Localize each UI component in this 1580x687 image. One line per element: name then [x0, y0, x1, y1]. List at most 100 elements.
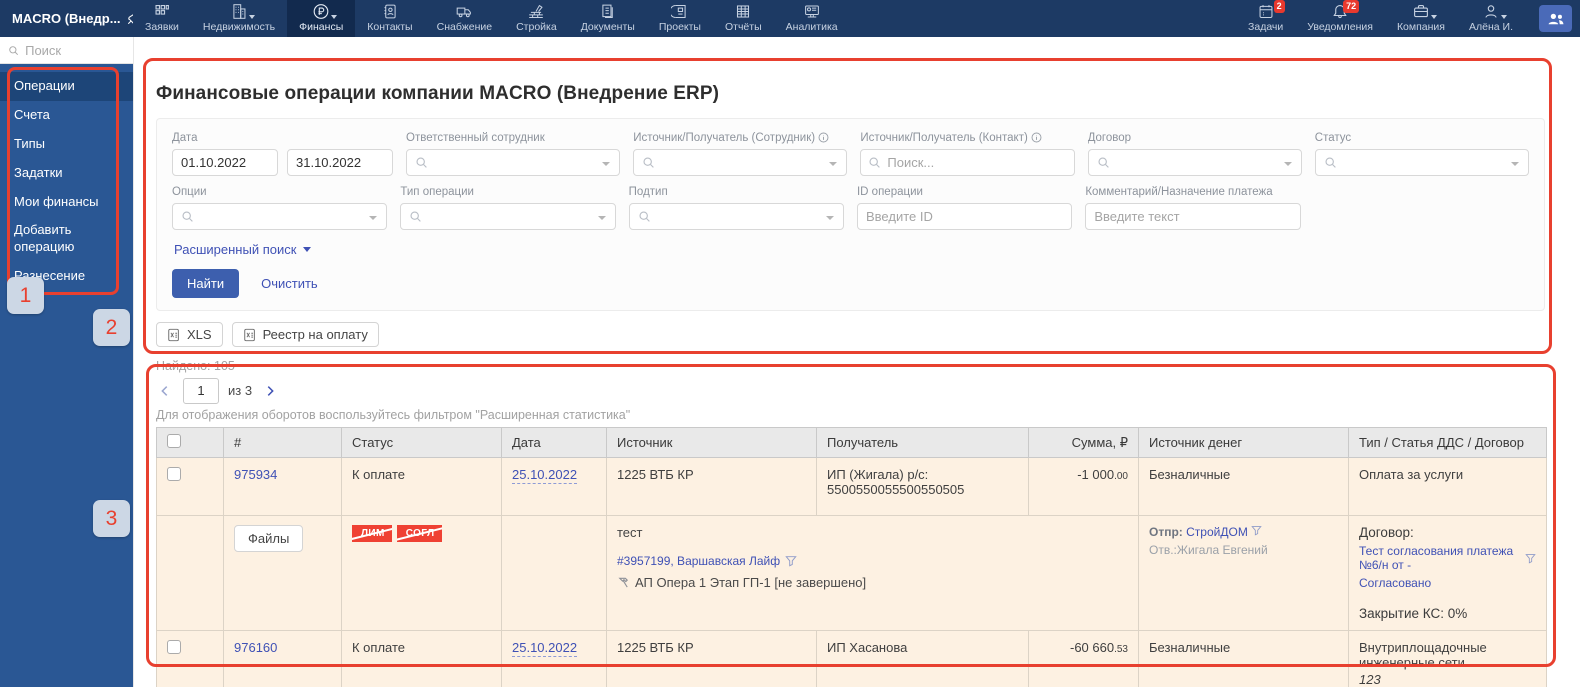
- advanced-search-link[interactable]: Расширенный поиск: [174, 242, 311, 257]
- nav-label: Документы: [581, 21, 635, 33]
- nav-item-kompaniya[interactable]: Компания: [1385, 0, 1457, 37]
- detail-money-cell: Отпр: СтройДОМ Отв.:Жигала Евгений: [1139, 516, 1349, 631]
- operation-id-link[interactable]: 976160: [234, 640, 277, 655]
- nav-item-otchety[interactable]: Отчёты: [713, 0, 774, 37]
- page-title: Финансовые операции компании MACRO (Внед…: [156, 83, 1545, 105]
- sidebar-item-operacii[interactable]: Операции: [0, 72, 133, 101]
- sidebar-item-scheta[interactable]: Счета: [0, 101, 133, 130]
- sidebar-item-raznesenie[interactable]: Разнесение: [0, 262, 133, 291]
- sidebar-item-dobavit-operaciyu[interactable]: Добавить операцию: [0, 216, 110, 262]
- status-select[interactable]: [1315, 149, 1529, 176]
- sidebar-search[interactable]: [0, 37, 133, 64]
- files-button[interactable]: Файлы: [234, 525, 303, 552]
- detail-main-cell: тест #3957199, Варшавская Лайф АП Опера …: [607, 516, 1139, 631]
- nav-item-zadachi[interactable]: 2 Задачи: [1236, 0, 1295, 37]
- main-navigation: Заявки Недвижимость Финансы Контакты Сна…: [133, 0, 850, 37]
- payment-registry-button[interactable]: Реестр на оплату: [232, 322, 379, 347]
- info-icon: [1031, 132, 1042, 143]
- source-employee-select[interactable]: [633, 149, 847, 176]
- row-checkbox[interactable]: [167, 467, 181, 481]
- nav-item-nedvizhimost[interactable]: Недвижимость: [191, 0, 287, 37]
- nav-item-dokumenty[interactable]: Документы: [569, 0, 647, 37]
- sidebar-item-zadatki[interactable]: Задатки: [0, 159, 133, 188]
- contract-status-link[interactable]: Согласовано: [1359, 576, 1431, 590]
- next-page-button[interactable]: [261, 382, 279, 400]
- chevron-down-icon: [331, 15, 337, 19]
- sender-link[interactable]: СтройДОМ: [1186, 525, 1248, 539]
- page-number-input[interactable]: [183, 378, 219, 404]
- info-icon: [818, 132, 829, 143]
- options-select[interactable]: [172, 203, 387, 230]
- object-link[interactable]: #3957199, Варшавская Лайф: [617, 554, 780, 568]
- nav-item-kontakty[interactable]: Контакты: [355, 0, 424, 37]
- comment-input[interactable]: [1085, 203, 1300, 230]
- nav-item-uvedomleniya[interactable]: 72 Уведомления: [1295, 0, 1385, 37]
- sidebar-item-tipy[interactable]: Типы: [0, 130, 133, 159]
- detail-type-cell: Договор: Тест согласования платежа №6/н …: [1349, 516, 1547, 631]
- subtype-select[interactable]: [629, 203, 844, 230]
- nav-item-analitika[interactable]: Аналитика: [774, 0, 850, 37]
- operation-comment: тест: [617, 525, 1128, 540]
- date-link[interactable]: 25.10.2022: [512, 640, 577, 657]
- col-header-amount: Сумма, ₽: [1029, 428, 1139, 458]
- row-checkbox[interactable]: [167, 640, 181, 654]
- clear-button[interactable]: Очистить: [261, 276, 318, 291]
- col-header-source: Источник: [607, 428, 817, 458]
- nav-item-snabzhenie[interactable]: Снабжение: [425, 0, 504, 37]
- responsible-select[interactable]: [406, 149, 620, 176]
- chevron-down-icon: [303, 247, 311, 252]
- nav-item-finansy[interactable]: Финансы: [287, 0, 355, 37]
- date-link[interactable]: 25.10.2022: [512, 467, 577, 484]
- report-icon: [734, 3, 752, 20]
- filter-funnel-icon[interactable]: [785, 555, 797, 567]
- operation-id-link[interactable]: 975934: [234, 467, 277, 482]
- operation-type-select[interactable]: [400, 203, 615, 230]
- filter-source-employee: Источник/Получатель (Сотрудник): [633, 132, 847, 176]
- nav-item-zayavki[interactable]: Заявки: [133, 0, 191, 37]
- contract-select[interactable]: [1088, 149, 1302, 176]
- contract-label: Договор:: [1359, 525, 1536, 540]
- date-from-input[interactable]: [172, 149, 278, 176]
- chevron-down-icon: [1501, 15, 1507, 19]
- turnover-hint: Для отображения оборотов воспользуйтесь …: [156, 408, 1545, 422]
- filter-funnel-icon[interactable]: [1251, 525, 1262, 536]
- select-all-checkbox[interactable]: [167, 434, 181, 448]
- source-contact-input[interactable]: [860, 149, 1074, 176]
- topbar: MACRO (Внедр... Заявки Недвижимость Фина…: [0, 0, 1580, 37]
- nav-item-proekty[interactable]: Проекты: [647, 0, 713, 37]
- nav-item-stroyka[interactable]: Стройка: [504, 0, 569, 37]
- filter-subtype-label: Подтип: [629, 186, 844, 198]
- tasks-badge: 2: [1274, 0, 1285, 13]
- filter-operation-type-label: Тип операции: [400, 186, 615, 198]
- find-button[interactable]: Найти: [172, 269, 239, 298]
- sidebar-search-input[interactable]: [25, 43, 125, 58]
- ruble-icon: [312, 3, 330, 20]
- nav-label: Отчёты: [725, 21, 762, 33]
- chevron-down-icon: [1284, 162, 1292, 166]
- xls-export-button[interactable]: XLS: [156, 322, 223, 347]
- filter-responsible-label: Ответственный сотрудник: [406, 132, 620, 144]
- contract-link[interactable]: Тест согласования платежа №6/н от -: [1359, 544, 1520, 572]
- app-screen: MACRO (Внедр... Заявки Недвижимость Фина…: [0, 0, 1580, 687]
- sidebar-item-moi-finansy[interactable]: Мои финансы: [0, 188, 133, 217]
- prev-page-button[interactable]: [156, 382, 174, 400]
- type-cell: Внутриплощадочные инженерные сети 123: [1349, 631, 1547, 687]
- col-header-type: Тип / Статья ДДС / Договор: [1349, 428, 1547, 458]
- filter-funnel-icon[interactable]: [1525, 553, 1536, 564]
- people-panel-button[interactable]: [1539, 5, 1572, 32]
- nav-label: Задачи: [1248, 21, 1283, 33]
- col-header-status: Статус: [342, 428, 502, 458]
- col-header-recipient: Получатель: [817, 428, 1029, 458]
- nav-label: Аналитика: [786, 21, 838, 33]
- nav-item-user-menu[interactable]: Алёна И.: [1457, 0, 1525, 37]
- filter-panel: Дата Ответственный сотрудник Источник/По…: [156, 118, 1545, 311]
- search-icon: [409, 210, 422, 223]
- chevron-down-icon: [829, 162, 837, 166]
- nav-label: Недвижимость: [203, 21, 275, 33]
- workspace-title[interactable]: MACRO (Внедр...: [0, 0, 133, 37]
- limit-badge: ЛИМ: [352, 525, 392, 542]
- operation-id-input[interactable]: [857, 203, 1072, 230]
- filter-operation-id-label: ID операции: [857, 186, 1072, 198]
- person-icon: [1482, 3, 1500, 20]
- date-to-input[interactable]: [287, 149, 393, 176]
